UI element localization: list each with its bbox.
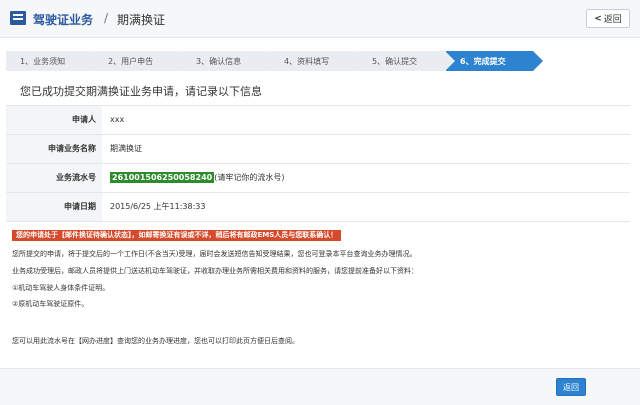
step-label: 5、确认提交 bbox=[372, 56, 418, 66]
step-3: 3、确认信息 bbox=[182, 51, 279, 71]
serial-value-cell: 26100150625005824​0 (请牢记你的流水号) bbox=[110, 164, 284, 192]
step-2: 2、用户申告 bbox=[94, 51, 191, 71]
description-line: 您可以用此流水号在【网办进度】查询您的业务办理进度，您也可以打印此页方便日后查阅… bbox=[12, 337, 299, 345]
step-5: 5、确认提交 bbox=[358, 51, 455, 71]
date-value: 2015/6/25 上午11:38:33 bbox=[110, 202, 206, 211]
info-row-business-name: 申请业务名称 期满换证 bbox=[6, 135, 630, 164]
breadcrumb-current: 期满换证 bbox=[117, 13, 166, 27]
progress-steps: 1、业务须知 2、用户申告 3、确认信息 4、资料填写 5、确认提交 6、完成提… bbox=[6, 51, 630, 71]
step-6-active: 6、完成提交 bbox=[446, 51, 543, 71]
step-label: 4、资料填写 bbox=[284, 56, 330, 66]
step-1: 1、业务须知 bbox=[6, 51, 103, 71]
applicant-label: 申请人 bbox=[6, 106, 102, 134]
serial-hint: (请牢记你的流水号) bbox=[214, 173, 285, 182]
applicant-value: xxx bbox=[110, 115, 125, 124]
application-info-table: 申请人 xxx 申请业务名称 期满换证 业务流水号 26100150625005… bbox=[6, 105, 630, 222]
page-header: 驾驶证业务 / 期满换证 < 返回 bbox=[0, 0, 640, 38]
back-button-label: 返回 bbox=[603, 15, 622, 25]
back-button-bottom[interactable]: 返回 bbox=[556, 378, 586, 396]
description-line: ①机动车驾驶人身体条件证明。 bbox=[12, 284, 110, 292]
date-label: 申请日期 bbox=[6, 193, 102, 221]
step-label: 1、业务须知 bbox=[20, 56, 66, 66]
chevron-left-icon: < bbox=[594, 13, 602, 24]
description-line: ②原机动车驾驶证原件。 bbox=[12, 300, 89, 308]
step-label: 2、用户申告 bbox=[108, 56, 154, 66]
step-4: 4、资料填写 bbox=[270, 51, 367, 71]
breadcrumb-main[interactable]: 驾驶证业务 bbox=[33, 11, 93, 28]
page-footer: 返回 bbox=[0, 368, 640, 405]
back-button-top[interactable]: < 返回 bbox=[586, 9, 630, 28]
business-name-label: 申请业务名称 bbox=[6, 135, 102, 163]
business-name-value: 期满换证 bbox=[110, 144, 142, 153]
document-icon bbox=[10, 11, 26, 25]
serial-number: 26100150625005824​0 bbox=[110, 172, 215, 183]
step-label: 3、确认信息 bbox=[196, 56, 242, 66]
notice-title: 您已成功提交期满换证业务申请，请记录以下信息 bbox=[20, 85, 262, 98]
info-row-date: 申请日期 2015/6/25 上午11:38:33 bbox=[6, 193, 630, 222]
description-line: 您所提交的申请，将于提交后的一个工作日(不含当天)受理，届时会发送短信告知受理结… bbox=[12, 250, 417, 258]
serial-label: 业务流水号 bbox=[6, 164, 102, 192]
info-row-applicant: 申请人 xxx bbox=[6, 106, 630, 135]
status-alert: 您的申请处于【邮件换证待确认状态】，如邮寄换证有误或不详，稍后将有邮政EMS人员… bbox=[12, 230, 342, 241]
description-line: 业务成功受理后，邮政人员将提供上门送达机动车驾驶证，并收取办理业务所需相关费用和… bbox=[12, 267, 418, 275]
step-label: 6、完成提交 bbox=[460, 56, 506, 66]
info-row-serial: 业务流水号 26100150625005824​0 (请牢记你的流水号) bbox=[6, 164, 630, 193]
breadcrumb-separator: / bbox=[104, 11, 109, 25]
